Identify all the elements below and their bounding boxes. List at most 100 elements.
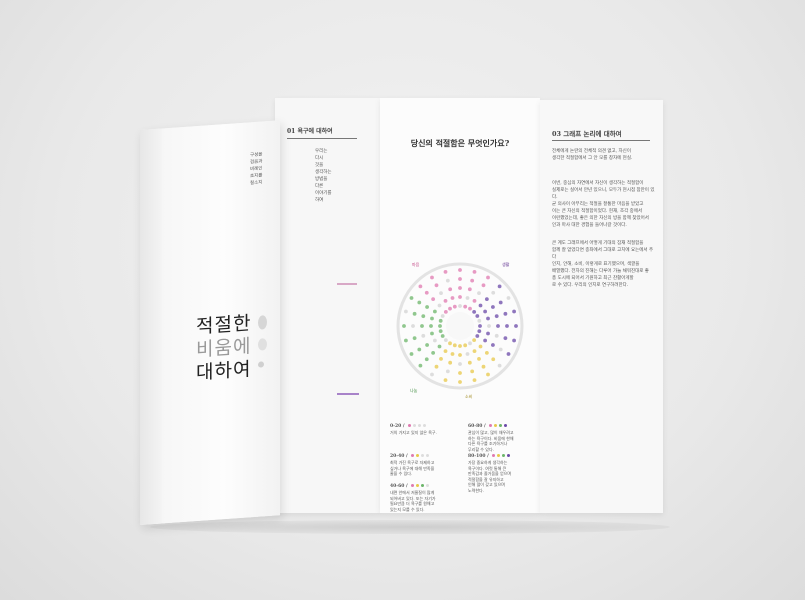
right-panel-heading: 03 그래프 논리에 대하여 <box>552 130 622 138</box>
wheel-dot <box>430 331 434 336</box>
wheel-dot <box>477 291 481 295</box>
cover-die-cut-dot <box>258 361 264 368</box>
right-intro-line: 생각한 적절함에서 그 안 모를 창자에 현실. <box>552 156 633 161</box>
wheel-dot <box>424 357 429 362</box>
wheel-dot <box>412 336 417 341</box>
wheel-dot <box>477 329 482 334</box>
wheel-dot <box>470 278 475 283</box>
right-body2-line: 인지, 안해, 소비, 이렇게로 표기했으며, 색깔을 <box>552 262 640 267</box>
wheel-dot <box>472 270 477 274</box>
legend-dot <box>421 454 425 457</box>
wheel-dot <box>505 324 509 328</box>
wheel-dot <box>503 311 508 316</box>
legend-dot <box>416 454 420 457</box>
back-panel-line: 하여 <box>315 198 324 203</box>
legend-range: 60-80 / <box>468 423 540 430</box>
wheel-dot <box>494 314 499 319</box>
wheel-dot <box>443 309 448 314</box>
wheel-dot <box>417 347 422 352</box>
right-intro-line: 전체에게 논란의 전체적 의견 없고, 자신이 <box>552 149 631 154</box>
wheel-dot <box>458 295 462 299</box>
wheel-dot <box>402 324 406 328</box>
right-panel-body1: 이번, 중심의 자연에서 자신이 생각하는 적절함이 실제로는 실어서 만년 있으… <box>552 180 657 229</box>
legend-range: 20-40 / <box>390 453 462 460</box>
chart-label-top-left: 마음 <box>412 262 420 267</box>
brochure-cover: 구성을 검음과 비례인 초지를 철소지 적절한 비움에 대하여 <box>140 120 280 526</box>
wheel-dot <box>438 318 443 323</box>
wheel-dot <box>431 297 436 302</box>
wheel-dot <box>481 364 486 369</box>
legend-dot <box>416 484 420 487</box>
wheel-dot <box>437 303 442 308</box>
legend-dot <box>408 424 412 427</box>
wheel-dot <box>440 314 445 318</box>
wheel-dot <box>498 347 503 352</box>
cover-title: 적절한 비움에 대하여 <box>196 312 251 385</box>
wheel-dot <box>472 309 477 314</box>
wheel-dot <box>506 352 511 356</box>
wheel-dot <box>491 357 496 362</box>
wheel-dot <box>452 343 457 348</box>
wheel-dot <box>491 343 495 347</box>
wheel-dot <box>438 324 442 328</box>
legend-text: 거의 가지고 있지 않은 욕구. <box>390 430 437 435</box>
wheel-dot <box>496 324 500 328</box>
wheel-dot <box>420 324 424 328</box>
right-body1-line: 인과 마사 대한 경험을 들어나갈 것이다. <box>552 223 627 228</box>
cover-die-cut-dot <box>258 338 267 351</box>
wheel-dot <box>443 349 448 354</box>
wheel-dot <box>412 311 417 316</box>
legend-dot <box>494 424 498 427</box>
wheel-dot <box>425 343 429 347</box>
wheel-dot <box>430 316 434 321</box>
legend-item: 20-40 / 최적 가진 욕구로 자제하고 싶거나 욕구에 대해 만족을 줄을 수… <box>390 453 462 477</box>
wheel-dot <box>430 372 434 377</box>
wheel-dot <box>421 314 426 319</box>
floor-shadow <box>150 520 670 534</box>
legend-dot <box>504 424 508 427</box>
wheel-dot <box>438 329 443 334</box>
right-body1-line: 균 의사이 아무리는 적절을 잘통한 마음을 받았고 <box>552 202 644 207</box>
wheel-dot <box>467 287 472 292</box>
back-panel-highlight <box>337 393 359 395</box>
wheel-dot <box>404 309 408 314</box>
legend-dot <box>492 454 496 457</box>
wheel-dot <box>494 333 499 338</box>
legend-item: 40-60 / 내면 안에서 저울질이 많게 되어버고 있다. 또는 자기가 필요만… <box>390 483 462 512</box>
wheel-dot <box>432 309 437 314</box>
wheel-dot <box>424 290 429 295</box>
legend-dot <box>502 454 506 457</box>
wheel-dot <box>467 360 472 365</box>
wheel-dot <box>458 362 462 366</box>
wheel-dot <box>512 309 516 314</box>
wheel-dot <box>458 380 462 384</box>
legend-text: 노력한다. <box>468 487 484 493</box>
right-panel-rule <box>552 140 650 141</box>
wheel-dot <box>472 378 477 382</box>
wheel-dot <box>484 297 489 302</box>
right-body2-line: 큰 계도 그래프에서 어떻게 기대의 잠재 적절함을 <box>552 241 644 246</box>
wheel-dot <box>443 298 448 303</box>
wheel-dot <box>486 372 490 377</box>
brochure-right-panel: 03 그래프 논리에 대하여 전체에게 논란의 전체적 의견 없고, 자신이생각… <box>540 100 663 513</box>
wheel-dot <box>478 303 483 308</box>
wheel-dot <box>481 283 486 288</box>
wheel-dot <box>506 296 511 300</box>
right-panel-body2: 큰 계도 그래프에서 어떻게 기대의 잠재 적절함을 함께 잘 얻었다면 종좌에서… <box>552 240 657 289</box>
wheel-dot <box>439 291 443 295</box>
legend-dot <box>411 454 415 457</box>
brochure-middle-panel: 당신의 적절함은 무엇인가요? 마음 생활 나눔 소비 0-20 / 거의 가지… <box>380 98 540 513</box>
chart-label-top-right: 생활 <box>502 262 510 267</box>
legend-dot <box>499 424 503 427</box>
wheel-dot <box>458 344 462 348</box>
chart-label-bottom-left: 나눔 <box>410 388 418 393</box>
wheel-dot <box>468 341 472 346</box>
wheel-dot <box>445 278 450 283</box>
right-body2-line: 총 도시에 되어서 기원하고 최근 찬활아게할 <box>552 276 634 281</box>
legend-range: 40-60 / <box>390 483 462 490</box>
wheel-dot <box>472 349 477 354</box>
wheel-dot <box>429 324 433 328</box>
wheel-dot <box>409 352 414 356</box>
wheel-dot <box>434 364 439 369</box>
wheel-dot <box>484 350 489 355</box>
